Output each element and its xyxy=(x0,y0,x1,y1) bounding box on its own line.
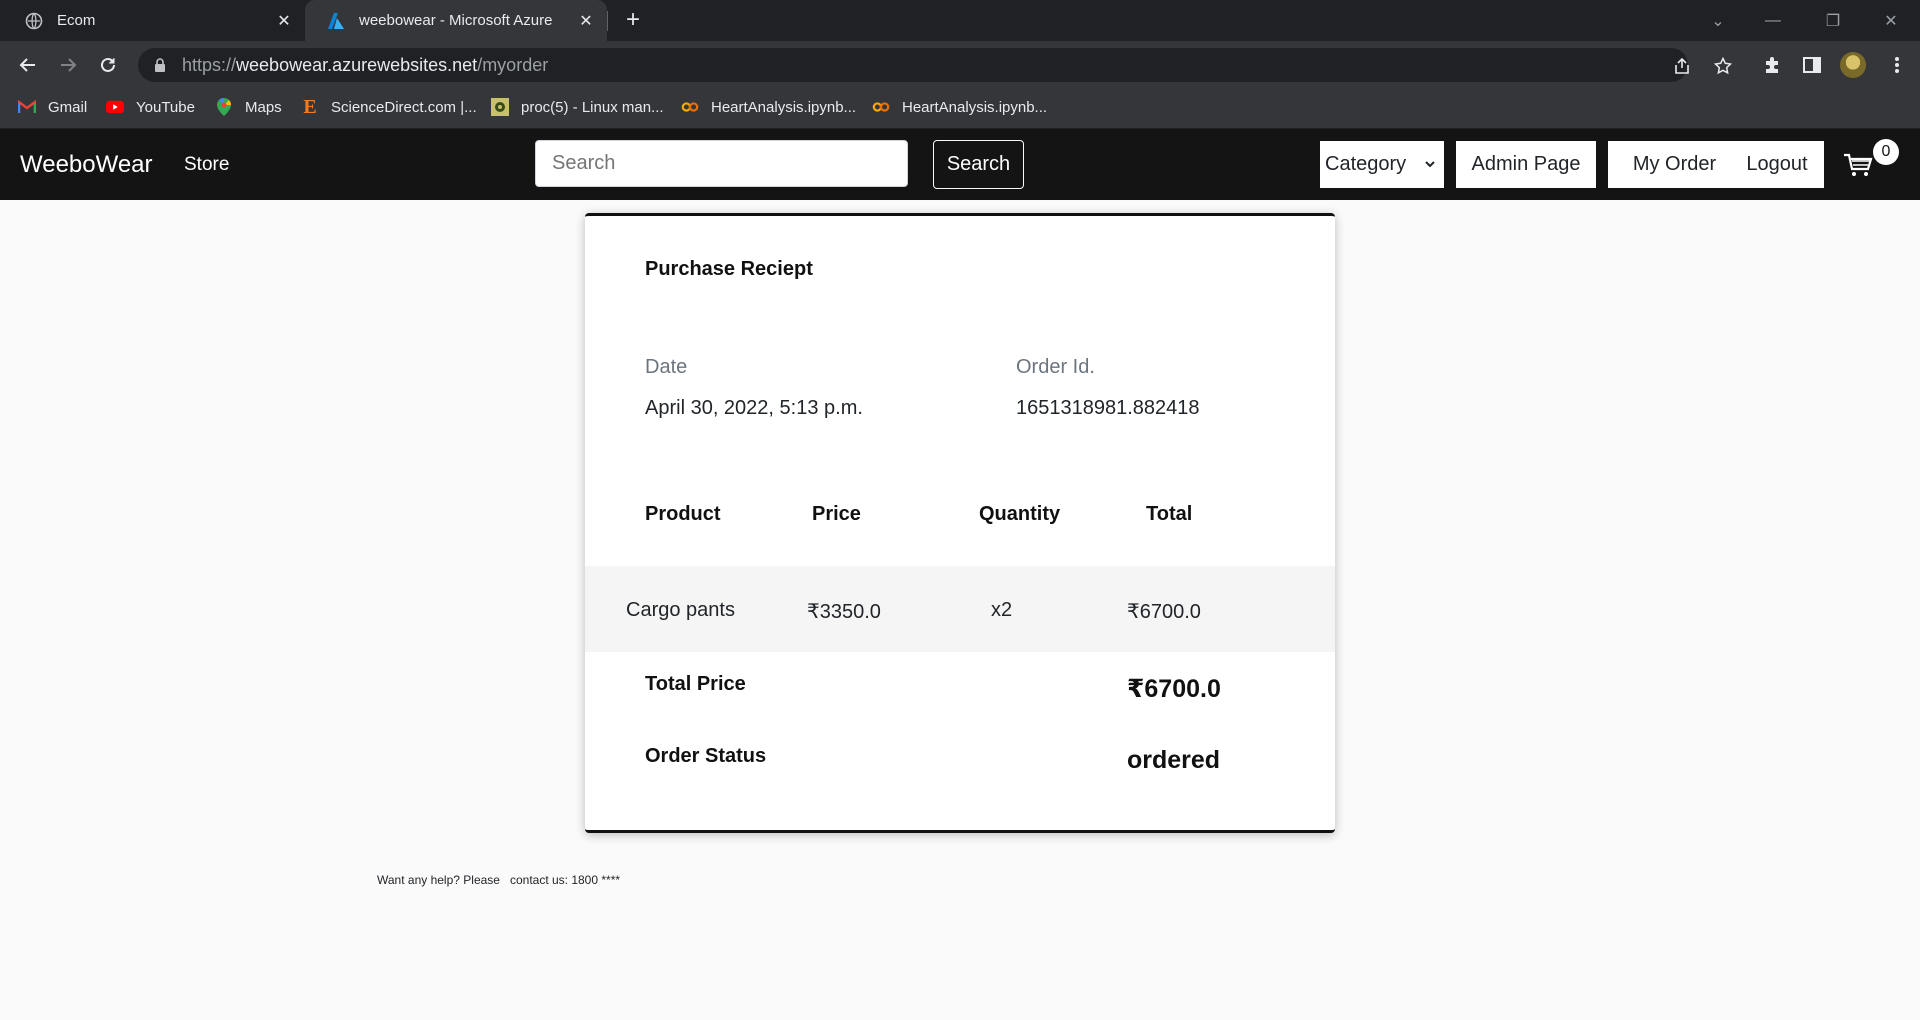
admin-page-button[interactable]: Admin Page xyxy=(1456,141,1596,188)
order-id-label: Order Id. xyxy=(1016,356,1095,378)
item-quantity: x2 xyxy=(991,599,1013,621)
back-icon[interactable] xyxy=(14,51,42,79)
order-status-label: Order Status xyxy=(645,745,767,767)
bookmark-label: ScienceDirect.com |... xyxy=(331,98,477,116)
total-price-value: ₹6700.0 xyxy=(1127,675,1221,703)
url-path: /myorder xyxy=(477,54,549,75)
item-price: ₹3350.0 xyxy=(807,601,881,623)
bookmark-label: Maps xyxy=(245,98,282,116)
globe-icon xyxy=(25,12,43,30)
bookmark-label: YouTube xyxy=(136,98,195,116)
lock-icon xyxy=(154,58,166,72)
order-id-value: 1651318981.882418 xyxy=(1016,397,1200,419)
url-scheme: https:// xyxy=(182,54,237,75)
bookmark-label: HeartAnalysis.ipynb... xyxy=(711,98,857,116)
receipt-title: Purchase Reciept xyxy=(645,258,813,280)
column-header-quantity: Quantity xyxy=(979,503,1061,525)
site-navbar: WeeboWear Store Search Category Admin Pa… xyxy=(0,129,1920,200)
tab-search-chevron-icon[interactable]: ⌄ xyxy=(1695,0,1741,41)
date-label: Date xyxy=(645,356,688,378)
receipt-card: Purchase Reciept Date April 30, 2022, 5:… xyxy=(585,213,1335,833)
footer-help-text: Want any help? Please contact us: 1800 *… xyxy=(377,873,621,887)
browser-toolbar: https://weebowear.azurewebsites.net/myor… xyxy=(0,41,1920,89)
youtube-icon xyxy=(106,98,124,116)
side-panel-icon[interactable] xyxy=(1800,53,1824,77)
bookmarks-bar: Gmail YouTube Maps E ScienceDirect.com |… xyxy=(0,89,1920,129)
category-select-value: Category xyxy=(1325,153,1407,175)
bookmark-label: proc(5) - Linux man... xyxy=(521,98,664,116)
tab-title: weebowear - Microsoft Azure xyxy=(359,12,553,29)
bookmark-proc[interactable]: proc(5) - Linux man... xyxy=(491,89,664,125)
profile-avatar[interactable] xyxy=(1840,52,1866,78)
bookmark-star-icon[interactable] xyxy=(1712,55,1734,77)
url-host: weebowear.azurewebsites.net xyxy=(236,54,478,75)
column-header-product: Product xyxy=(645,503,721,525)
gmail-icon xyxy=(18,98,36,116)
tab-ecom[interactable]: Ecom ✕ xyxy=(0,0,305,41)
cart-icon[interactable] xyxy=(1843,153,1873,177)
order-status-value: ordered xyxy=(1127,746,1221,774)
extensions-icon[interactable] xyxy=(1760,53,1784,77)
linux-icon xyxy=(491,98,509,116)
store-link[interactable]: Store xyxy=(184,154,229,176)
close-tab-icon[interactable]: ✕ xyxy=(575,10,597,32)
restore-icon[interactable]: ❐ xyxy=(1810,0,1856,41)
item-total: ₹6700.0 xyxy=(1127,601,1201,623)
forward-icon[interactable] xyxy=(54,51,82,79)
total-price-label: Total Price xyxy=(645,673,746,695)
column-header-price: Price xyxy=(812,503,861,525)
more-menu-icon[interactable] xyxy=(1885,53,1909,77)
search-input[interactable] xyxy=(535,140,908,187)
share-icon[interactable] xyxy=(1671,55,1693,77)
browser-tabstrip: Ecom ✕ weebowear - Microsoft Azure ✕ + ⌄… xyxy=(0,0,1920,41)
sciencedirect-icon: E xyxy=(303,95,317,118)
category-select[interactable]: Category xyxy=(1320,141,1444,188)
bookmark-label: HeartAnalysis.ipynb... xyxy=(902,98,1048,116)
tab-separator xyxy=(607,11,608,31)
column-header-total: Total xyxy=(1146,503,1193,525)
new-tab-icon[interactable]: + xyxy=(620,8,646,34)
brand-logo[interactable]: WeeboWear xyxy=(20,151,153,179)
logout-button[interactable]: Logout xyxy=(1730,141,1824,188)
bookmark-colab-1[interactable]: HeartAnalysis.ipynb... xyxy=(681,89,856,125)
colab-icon xyxy=(872,98,890,116)
date-value: April 30, 2022, 5:13 p.m. xyxy=(645,397,863,419)
bookmark-maps[interactable]: Maps xyxy=(215,89,282,125)
bookmark-label: Gmail xyxy=(48,98,88,116)
tab-title: Ecom xyxy=(57,12,96,29)
bookmark-youtube[interactable]: YouTube xyxy=(106,89,195,125)
tab-azure[interactable]: weebowear - Microsoft Azure ✕ xyxy=(305,0,607,41)
bookmark-sciencedirect[interactable]: E ScienceDirect.com |... xyxy=(301,89,477,125)
maps-icon xyxy=(215,98,233,116)
chevron-down-icon xyxy=(1424,153,1436,176)
close-tab-icon[interactable]: ✕ xyxy=(273,10,295,32)
close-window-icon[interactable]: ✕ xyxy=(1868,0,1914,41)
bookmark-colab-2[interactable]: HeartAnalysis.ipynb... xyxy=(872,89,1047,125)
reload-icon[interactable] xyxy=(94,51,122,79)
minimize-icon[interactable]: — xyxy=(1750,0,1796,41)
bookmark-gmail[interactable]: Gmail xyxy=(18,89,87,125)
search-button[interactable]: Search xyxy=(933,140,1024,189)
address-bar[interactable]: https://weebowear.azurewebsites.net/myor… xyxy=(138,48,1688,82)
azure-icon xyxy=(327,12,345,30)
cart-count-badge: 0 xyxy=(1873,139,1899,165)
my-order-button[interactable]: My Order xyxy=(1608,141,1741,188)
item-product: Cargo pants xyxy=(626,599,735,621)
colab-icon xyxy=(681,98,699,116)
